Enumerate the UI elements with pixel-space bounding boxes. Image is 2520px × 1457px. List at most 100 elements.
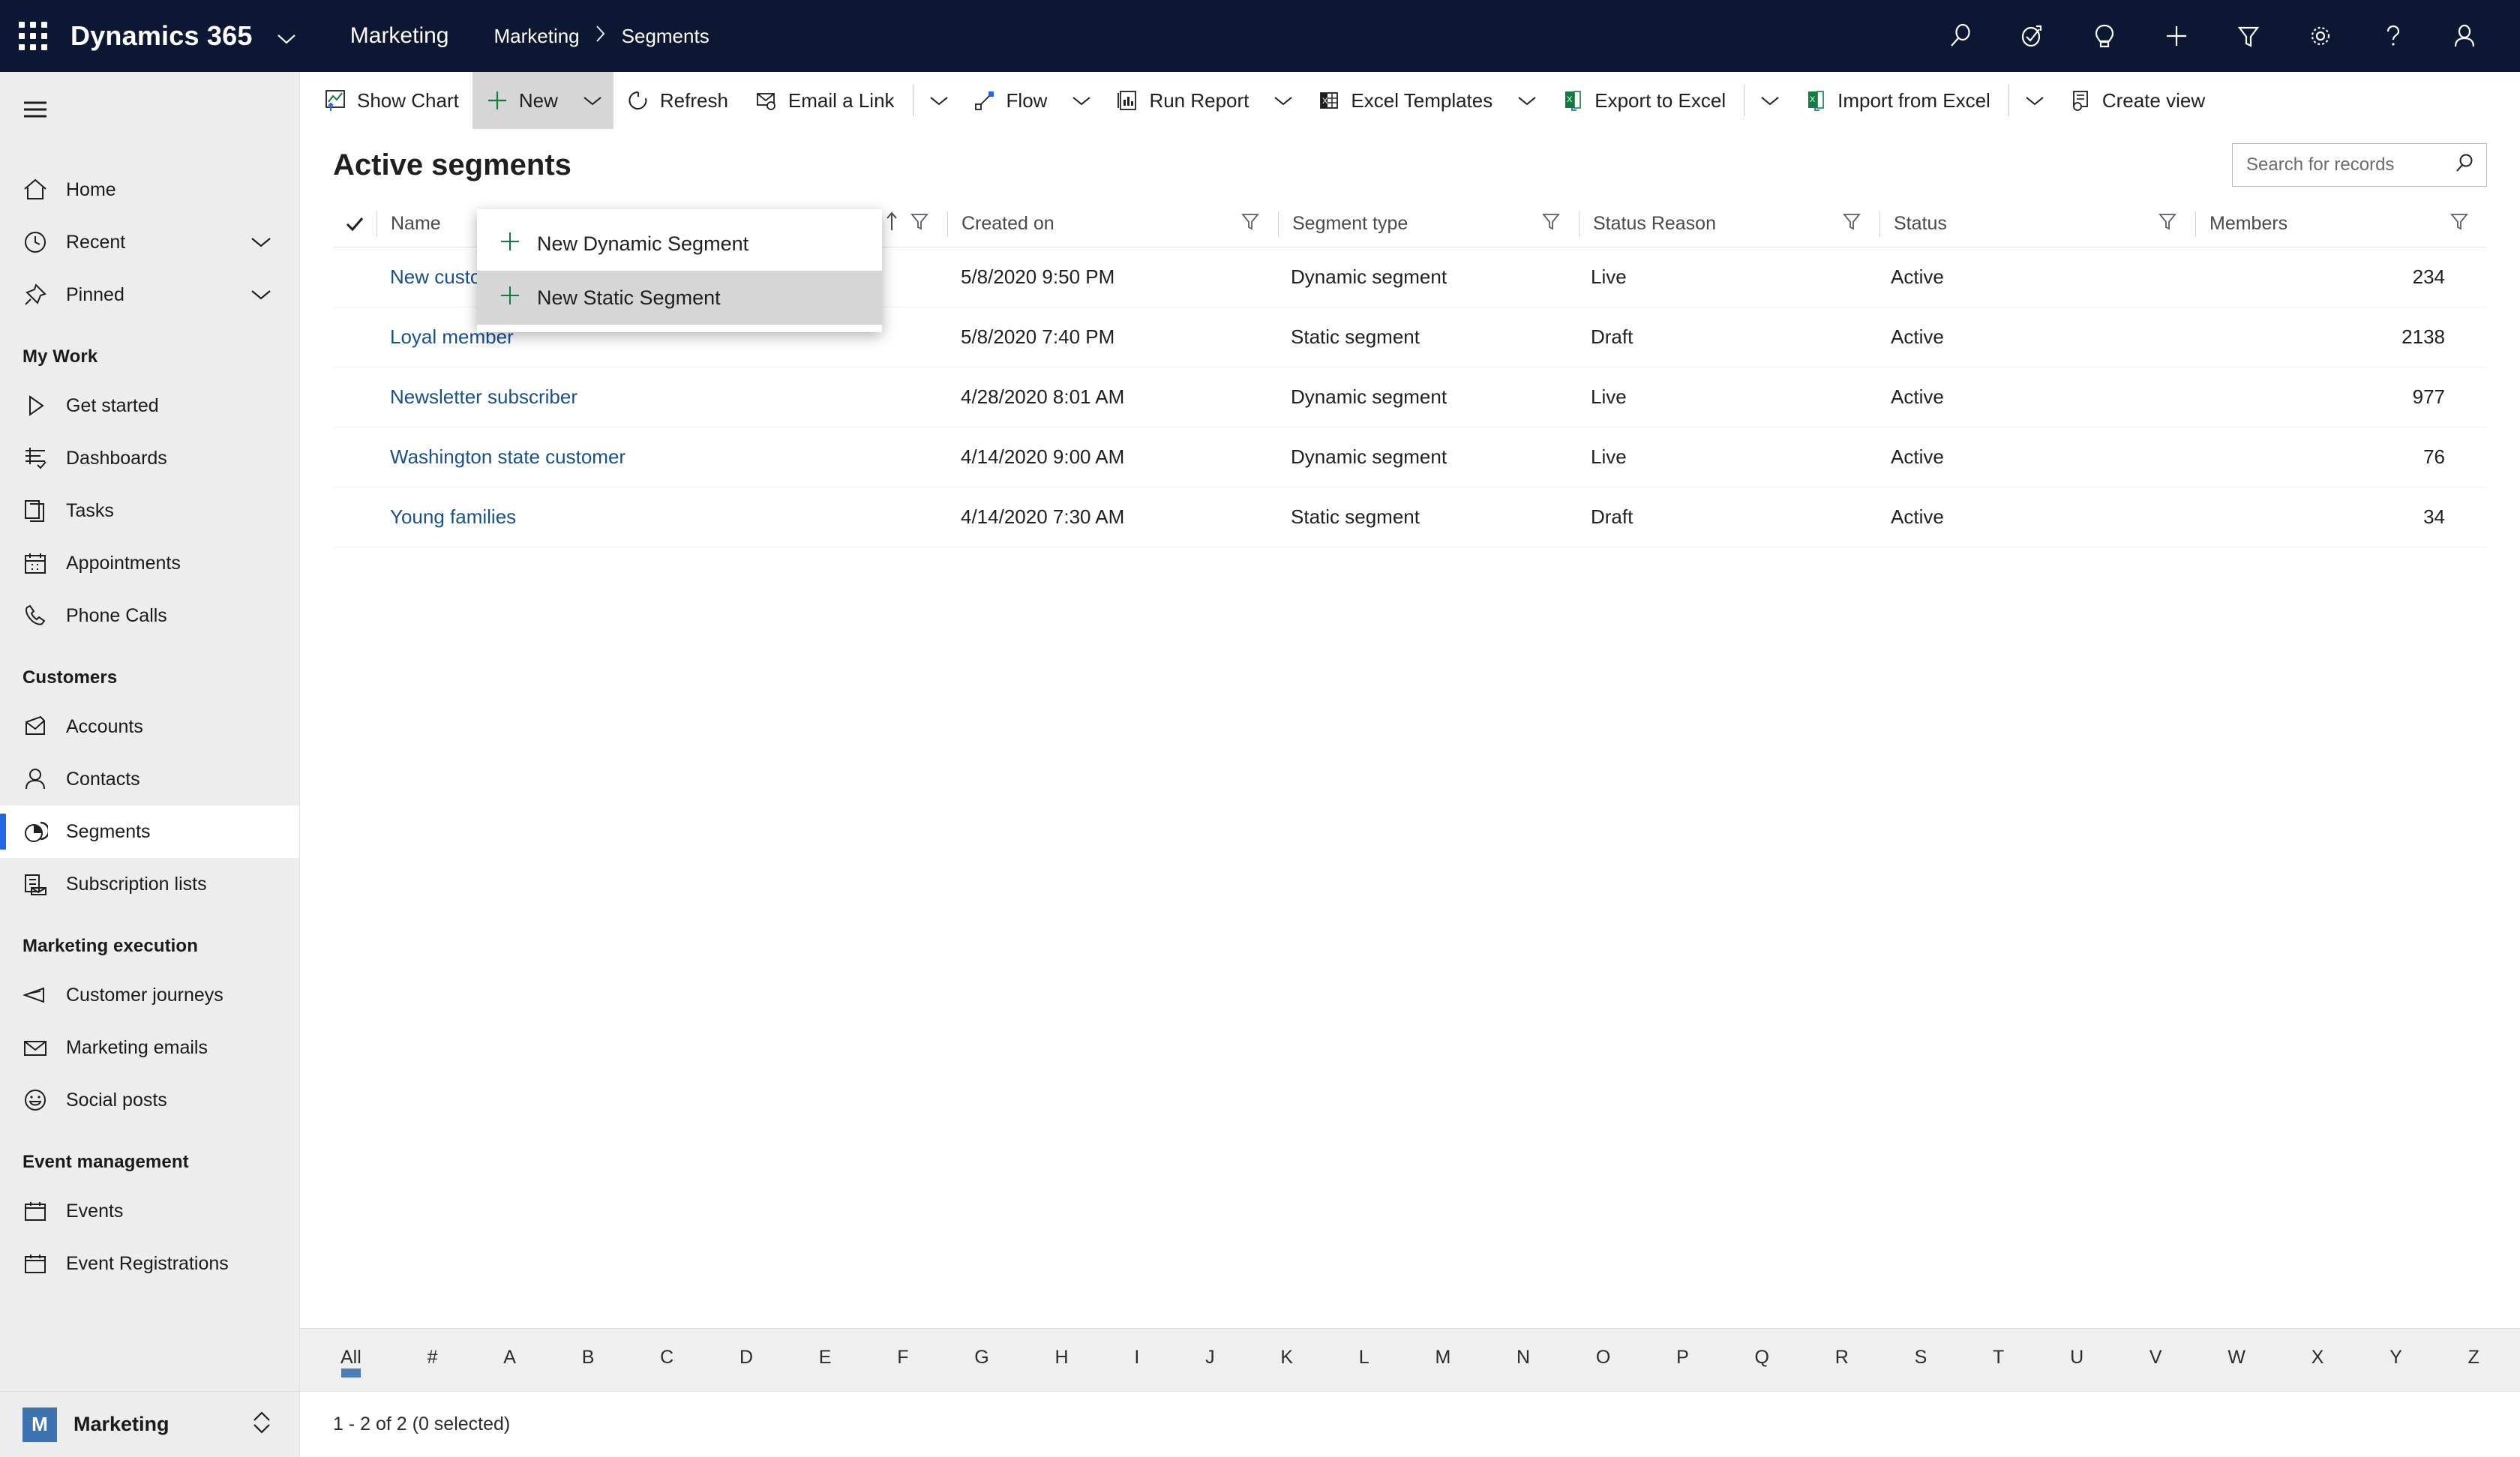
alpha-filter-t[interactable]: T — [1985, 1344, 2012, 1376]
up-down-chevron-icon[interactable] — [250, 1409, 299, 1440]
sidebar-item-appointments[interactable]: Appointments — [0, 537, 299, 589]
table-row[interactable]: Newsletter subscriber 4/28/2020 8:01 AM … — [333, 367, 2487, 427]
run-report-button[interactable]: Run Report — [1102, 72, 1262, 129]
record-link[interactable]: Washington state customer — [390, 445, 626, 469]
alpha-filter-v[interactable]: V — [2142, 1344, 2170, 1376]
sidebar-item-contacts[interactable]: Contacts — [0, 753, 299, 805]
sidebar-item-events[interactable]: Events — [0, 1185, 299, 1237]
filter-icon[interactable] — [2158, 211, 2177, 236]
alpha-filter-n[interactable]: N — [1509, 1344, 1538, 1376]
column-header-status[interactable]: Status — [1880, 201, 2195, 247]
search-icon[interactable] — [1924, 0, 1996, 72]
column-header-created-on[interactable]: Created on — [948, 201, 1278, 247]
run-report-caret[interactable] — [1262, 72, 1304, 129]
chevron-down-icon[interactable] — [277, 29, 296, 50]
filter-icon[interactable] — [910, 211, 929, 236]
sidebar-item-customer-journeys[interactable]: Customer journeys — [0, 969, 299, 1021]
table-row[interactable]: Washington state customer 4/14/2020 9:00… — [333, 427, 2487, 487]
export-to-excel-caret[interactable] — [1749, 72, 1791, 129]
table-row[interactable]: Young families 4/14/2020 7:30 AM Static … — [333, 487, 2487, 547]
refresh-button[interactable]: Refresh — [614, 72, 742, 129]
alpha-filter-x[interactable]: X — [2304, 1344, 2332, 1376]
excel-templates-caret[interactable] — [1506, 72, 1548, 129]
column-header-segment-type[interactable]: Segment type — [1279, 201, 1579, 247]
alpha-filter-e[interactable]: E — [812, 1344, 839, 1376]
sidebar-item-marketing-emails[interactable]: Marketing emails — [0, 1021, 299, 1074]
flow-caret[interactable] — [1060, 72, 1102, 129]
gear-icon[interactable] — [2284, 0, 2356, 72]
sidebar-item-accounts[interactable]: Accounts — [0, 700, 299, 753]
show-chart-button[interactable]: Show Chart — [310, 72, 472, 129]
filter-icon[interactable] — [1541, 211, 1561, 236]
import-from-excel-caret[interactable] — [2014, 72, 2056, 129]
alpha-filter-r[interactable]: R — [1828, 1344, 1856, 1376]
breadcrumb-item-1[interactable]: Segments — [622, 25, 710, 48]
breadcrumb-item-0[interactable]: Marketing — [494, 25, 579, 48]
quick-create-icon[interactable] — [2140, 0, 2212, 72]
alpha-filter-u[interactable]: U — [2062, 1344, 2091, 1376]
alpha-filter-l[interactable]: L — [1352, 1344, 1377, 1376]
help-icon[interactable] — [2356, 0, 2428, 72]
app-switcher-button[interactable]: M Marketing — [0, 1391, 299, 1457]
sidebar-item-tasks[interactable]: Tasks — [0, 484, 299, 537]
sidebar-item-home[interactable]: Home — [0, 163, 299, 216]
account-icon[interactable] — [2428, 0, 2500, 72]
chevron-down-icon[interactable] — [250, 288, 299, 301]
alpha-filter-d[interactable]: D — [732, 1344, 760, 1376]
column-header-members[interactable]: Members — [2196, 201, 2487, 247]
sidebar-item-event-registrations[interactable]: Event Registrations — [0, 1237, 299, 1290]
alpha-filter-m[interactable]: M — [1427, 1344, 1458, 1376]
sidebar-item-social-posts[interactable]: Social posts — [0, 1074, 299, 1126]
alpha-filter-s[interactable]: S — [1907, 1344, 1935, 1376]
email-a-link-caret[interactable] — [918, 72, 960, 129]
alpha-filter-k[interactable]: K — [1273, 1344, 1300, 1376]
alpha-filter-g[interactable]: G — [967, 1344, 996, 1376]
email-a-link-button[interactable]: Email a Link — [742, 72, 908, 129]
filter-icon[interactable] — [2212, 0, 2284, 72]
alpha-filter-h[interactable]: H — [1048, 1344, 1076, 1376]
arrow-up-icon[interactable] — [884, 211, 899, 237]
record-link[interactable]: Newsletter subscriber — [390, 385, 578, 409]
sidebar-item-dashboards[interactable]: Dashboards — [0, 432, 299, 484]
alpha-filter-w[interactable]: W — [2220, 1344, 2253, 1376]
alpha-filter-j[interactable]: J — [1198, 1344, 1222, 1376]
site-map-toggle-button[interactable] — [0, 78, 299, 141]
filter-icon[interactable] — [1240, 211, 1260, 236]
alpha-filter-y[interactable]: Y — [2382, 1344, 2410, 1376]
sidebar-item-phone-calls[interactable]: Phone Calls — [0, 589, 299, 642]
sidebar-item-pinned[interactable]: Pinned — [0, 268, 299, 321]
alpha-filter-hash[interactable]: # — [420, 1344, 446, 1376]
alpha-filter-p[interactable]: P — [1669, 1344, 1696, 1376]
search-icon[interactable] — [2453, 152, 2476, 178]
chevron-down-icon[interactable] — [250, 235, 299, 249]
brand-title[interactable]: Dynamics 365 — [66, 20, 296, 52]
create-view-button[interactable]: Create view — [2056, 72, 2218, 129]
menu-item-new-static-segment[interactable]: New Static Segment — [477, 271, 882, 325]
menu-item-new-dynamic-segment[interactable]: New Dynamic Segment — [477, 217, 882, 271]
alpha-filter-q[interactable]: Q — [1748, 1344, 1777, 1376]
app-launcher-button[interactable] — [0, 22, 66, 50]
record-link[interactable]: Young families — [390, 505, 516, 529]
new-dropdown-caret[interactable] — [571, 72, 614, 129]
alpha-filter-b[interactable]: B — [574, 1344, 602, 1376]
relationship-assistant-icon[interactable] — [1996, 0, 2068, 72]
new-button[interactable]: New — [472, 72, 572, 129]
sidebar-item-get-started[interactable]: Get started — [0, 379, 299, 432]
alpha-filter-all[interactable]: All — [333, 1344, 369, 1376]
alpha-filter-z[interactable]: Z — [2461, 1344, 2487, 1376]
import-from-excel-button[interactable]: X Import from Excel — [1791, 72, 2004, 129]
filter-icon[interactable] — [1842, 211, 1862, 236]
filter-icon[interactable] — [2450, 211, 2469, 236]
select-all-checkbox[interactable] — [333, 214, 376, 235]
column-header-status-reason[interactable]: Status Reason — [1580, 201, 1880, 247]
excel-templates-button[interactable]: X Excel Templates — [1304, 72, 1506, 129]
sidebar-item-recent[interactable]: Recent — [0, 216, 299, 268]
sidebar-item-segments[interactable]: Segments — [0, 805, 299, 858]
alpha-filter-a[interactable]: A — [496, 1344, 524, 1376]
alpha-filter-o[interactable]: O — [1588, 1344, 1618, 1376]
sidebar-item-subscription-lists[interactable]: Subscription lists — [0, 858, 299, 910]
flow-button[interactable]: Flow — [960, 72, 1061, 129]
lightbulb-icon[interactable] — [2068, 0, 2140, 72]
alpha-filter-i[interactable]: I — [1126, 1344, 1147, 1376]
search-box[interactable] — [2232, 143, 2487, 187]
